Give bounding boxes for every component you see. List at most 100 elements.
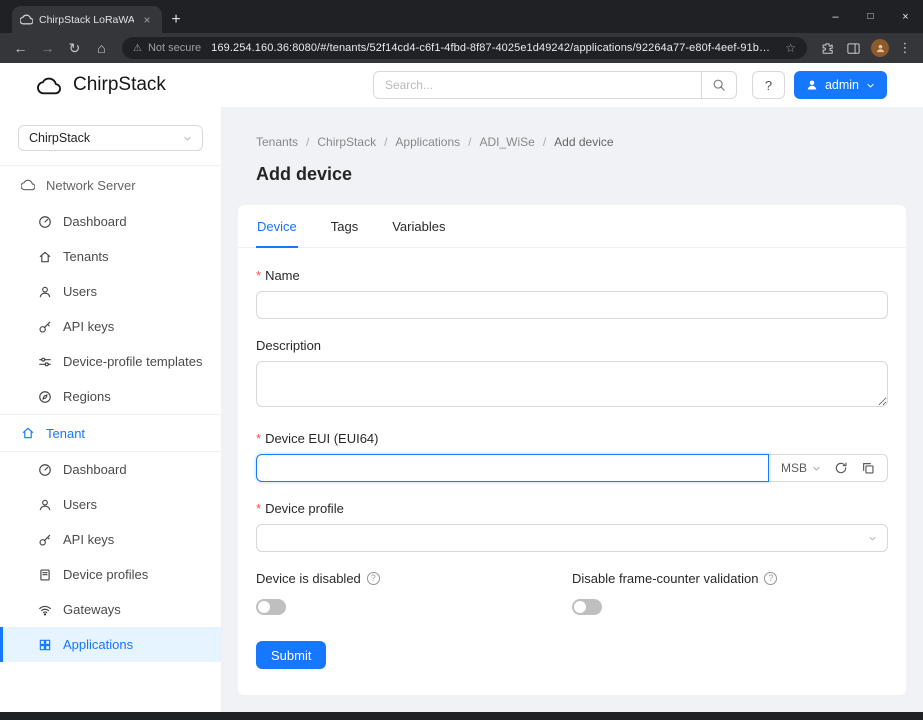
- section-tenant[interactable]: Tenant: [0, 414, 221, 452]
- global-search: [373, 71, 737, 99]
- dev-eui-input[interactable]: [256, 454, 769, 482]
- warning-icon: ⚠: [133, 43, 142, 54]
- browser-menu-icon[interactable]: ⋮: [895, 40, 915, 56]
- section-network-server: Network Server: [0, 166, 221, 204]
- sidebar-item-ns-dashboard[interactable]: Dashboard: [0, 204, 221, 239]
- tab-variables[interactable]: Variables: [391, 205, 446, 247]
- dev-eui-label: * Device EUI (EUI64): [256, 431, 888, 446]
- admin-label: admin: [825, 78, 859, 92]
- required-asterisk: *: [256, 431, 261, 446]
- window-controls: – □ ×: [818, 0, 923, 33]
- sidebar-item-ns-api-keys[interactable]: API keys: [0, 309, 221, 344]
- profile-avatar[interactable]: [871, 39, 889, 57]
- address-bar[interactable]: ⚠ Not secure 169.254.160.36:8080/#/tenan…: [122, 37, 807, 59]
- sidebar-item-applications[interactable]: Applications: [0, 627, 221, 662]
- disable-fcnt-toggle[interactable]: [572, 599, 602, 615]
- search-button[interactable]: [701, 71, 737, 99]
- not-secure-label[interactable]: Not secure: [148, 42, 205, 54]
- sidebar-item-tenant-users[interactable]: Users: [0, 487, 221, 522]
- tab-device[interactable]: Device: [256, 205, 298, 248]
- breadcrumb-applications[interactable]: Applications: [395, 135, 460, 149]
- forward-button[interactable]: →: [35, 36, 60, 60]
- search-input[interactable]: [373, 71, 701, 99]
- byte-order-value: MSB: [781, 461, 807, 475]
- page-title: Add device: [256, 164, 923, 185]
- chevron-down-icon: [183, 134, 192, 143]
- breadcrumb-tenants[interactable]: Tenants: [256, 135, 298, 149]
- cloud-logo-icon: [34, 73, 64, 97]
- device-form-tabs: Device Tags Variables: [238, 205, 906, 248]
- admin-menu-button[interactable]: admin: [794, 71, 887, 99]
- sidebar-item-tenant-api-keys[interactable]: API keys: [0, 522, 221, 557]
- device-disabled-toggle[interactable]: [256, 599, 286, 615]
- disable-fcnt-group: Disable frame-counter validation ?: [572, 571, 888, 615]
- extensions-icon[interactable]: [815, 36, 839, 60]
- description-label: Description: [256, 338, 888, 353]
- sidebar-item-ns-users[interactable]: Users: [0, 274, 221, 309]
- breadcrumb-adi-wise[interactable]: ADI_WiSe: [479, 135, 534, 149]
- breadcrumb-current: Add device: [554, 135, 613, 149]
- browser-tab-strip: ChirpStack LoRaWAN® Netwo × + – □ ×: [0, 0, 923, 33]
- disable-fcnt-label: Disable frame-counter validation ?: [572, 571, 888, 586]
- sidebar-item-regions[interactable]: Regions: [0, 379, 221, 414]
- copy-icon[interactable]: [861, 461, 875, 475]
- help-button[interactable]: ?: [752, 71, 785, 99]
- user-icon: [38, 285, 52, 299]
- description-field-group: Description: [256, 338, 888, 412]
- browser-tab[interactable]: ChirpStack LoRaWAN® Netwo ×: [12, 6, 162, 33]
- home-icon: [38, 250, 52, 264]
- browser-window: ChirpStack LoRaWAN® Netwo × + – □ × ← → …: [0, 0, 923, 720]
- profiles-icon: [38, 568, 52, 582]
- side-panel-icon[interactable]: [841, 36, 865, 60]
- key-icon: [38, 533, 52, 547]
- tab-close-icon[interactable]: ×: [140, 13, 154, 27]
- appstore-icon: [38, 638, 52, 652]
- maximize-button[interactable]: □: [853, 0, 888, 33]
- sidebar-item-device-profile-templates[interactable]: Device-profile templates: [0, 344, 221, 379]
- dev-eui-input-group: MSB: [256, 454, 888, 482]
- generate-random-icon[interactable]: [834, 461, 848, 475]
- sidebar-item-device-profiles[interactable]: Device profiles: [0, 557, 221, 592]
- sliders-icon: [38, 355, 52, 369]
- sidebar-item-tenants[interactable]: Tenants: [0, 239, 221, 274]
- device-profile-select[interactable]: [256, 524, 888, 552]
- switches-row: Device is disabled ? Disable frame-count…: [256, 571, 888, 615]
- browser-toolbar: ← → ↻ ⌂ ⚠ Not secure 169.254.160.36:8080…: [0, 33, 923, 63]
- tab-tags[interactable]: Tags: [330, 205, 359, 247]
- device-profile-label: * Device profile: [256, 501, 888, 516]
- window-close-button[interactable]: ×: [888, 0, 923, 33]
- section-label: Network Server: [46, 178, 136, 193]
- device-profile-value: [256, 524, 888, 552]
- breadcrumb: Tenants / ChirpStack / Applications / AD…: [256, 135, 923, 149]
- chirpstack-logo[interactable]: ChirpStack: [34, 73, 166, 97]
- dev-eui-field-group: * Device EUI (EUI64) MSB: [256, 431, 888, 482]
- name-input[interactable]: [256, 291, 888, 319]
- chevron-down-icon: [812, 464, 821, 473]
- sidebar-item-gateways[interactable]: Gateways: [0, 592, 221, 627]
- bookmark-star-icon[interactable]: ☆: [781, 41, 796, 55]
- dev-eui-addon: MSB: [769, 454, 888, 482]
- reload-button[interactable]: ↻: [62, 36, 87, 60]
- dashboard-icon: [38, 215, 52, 229]
- home-icon: [21, 426, 35, 440]
- breadcrumb-chirpstack[interactable]: ChirpStack: [317, 135, 376, 149]
- sidebar-item-tenant-dashboard[interactable]: Dashboard: [0, 452, 221, 487]
- new-tab-button[interactable]: +: [162, 6, 190, 33]
- byte-order-dropdown[interactable]: MSB: [781, 461, 821, 475]
- help-tooltip-icon[interactable]: ?: [367, 572, 380, 585]
- device-profile-field-group: * Device profile: [256, 501, 888, 552]
- network-server-selector[interactable]: ChirpStack: [18, 125, 203, 151]
- description-textarea[interactable]: [256, 361, 888, 407]
- user-icon: [38, 498, 52, 512]
- favicon-cloud-icon: [20, 13, 33, 26]
- add-device-card: Device Tags Variables * Name Des: [238, 205, 906, 695]
- wifi-icon: [38, 603, 52, 617]
- home-button[interactable]: ⌂: [89, 36, 114, 60]
- help-tooltip-icon[interactable]: ?: [764, 572, 777, 585]
- minimize-button[interactable]: –: [818, 0, 853, 33]
- back-button[interactable]: ←: [8, 36, 33, 60]
- section-label: Tenant: [46, 426, 85, 441]
- url-text: 169.254.160.36:8080/#/tenants/52f14cd4-c…: [211, 42, 775, 54]
- submit-button[interactable]: Submit: [256, 641, 326, 669]
- sidebar: ChirpStack Network Server Dashboard Tena…: [0, 107, 222, 712]
